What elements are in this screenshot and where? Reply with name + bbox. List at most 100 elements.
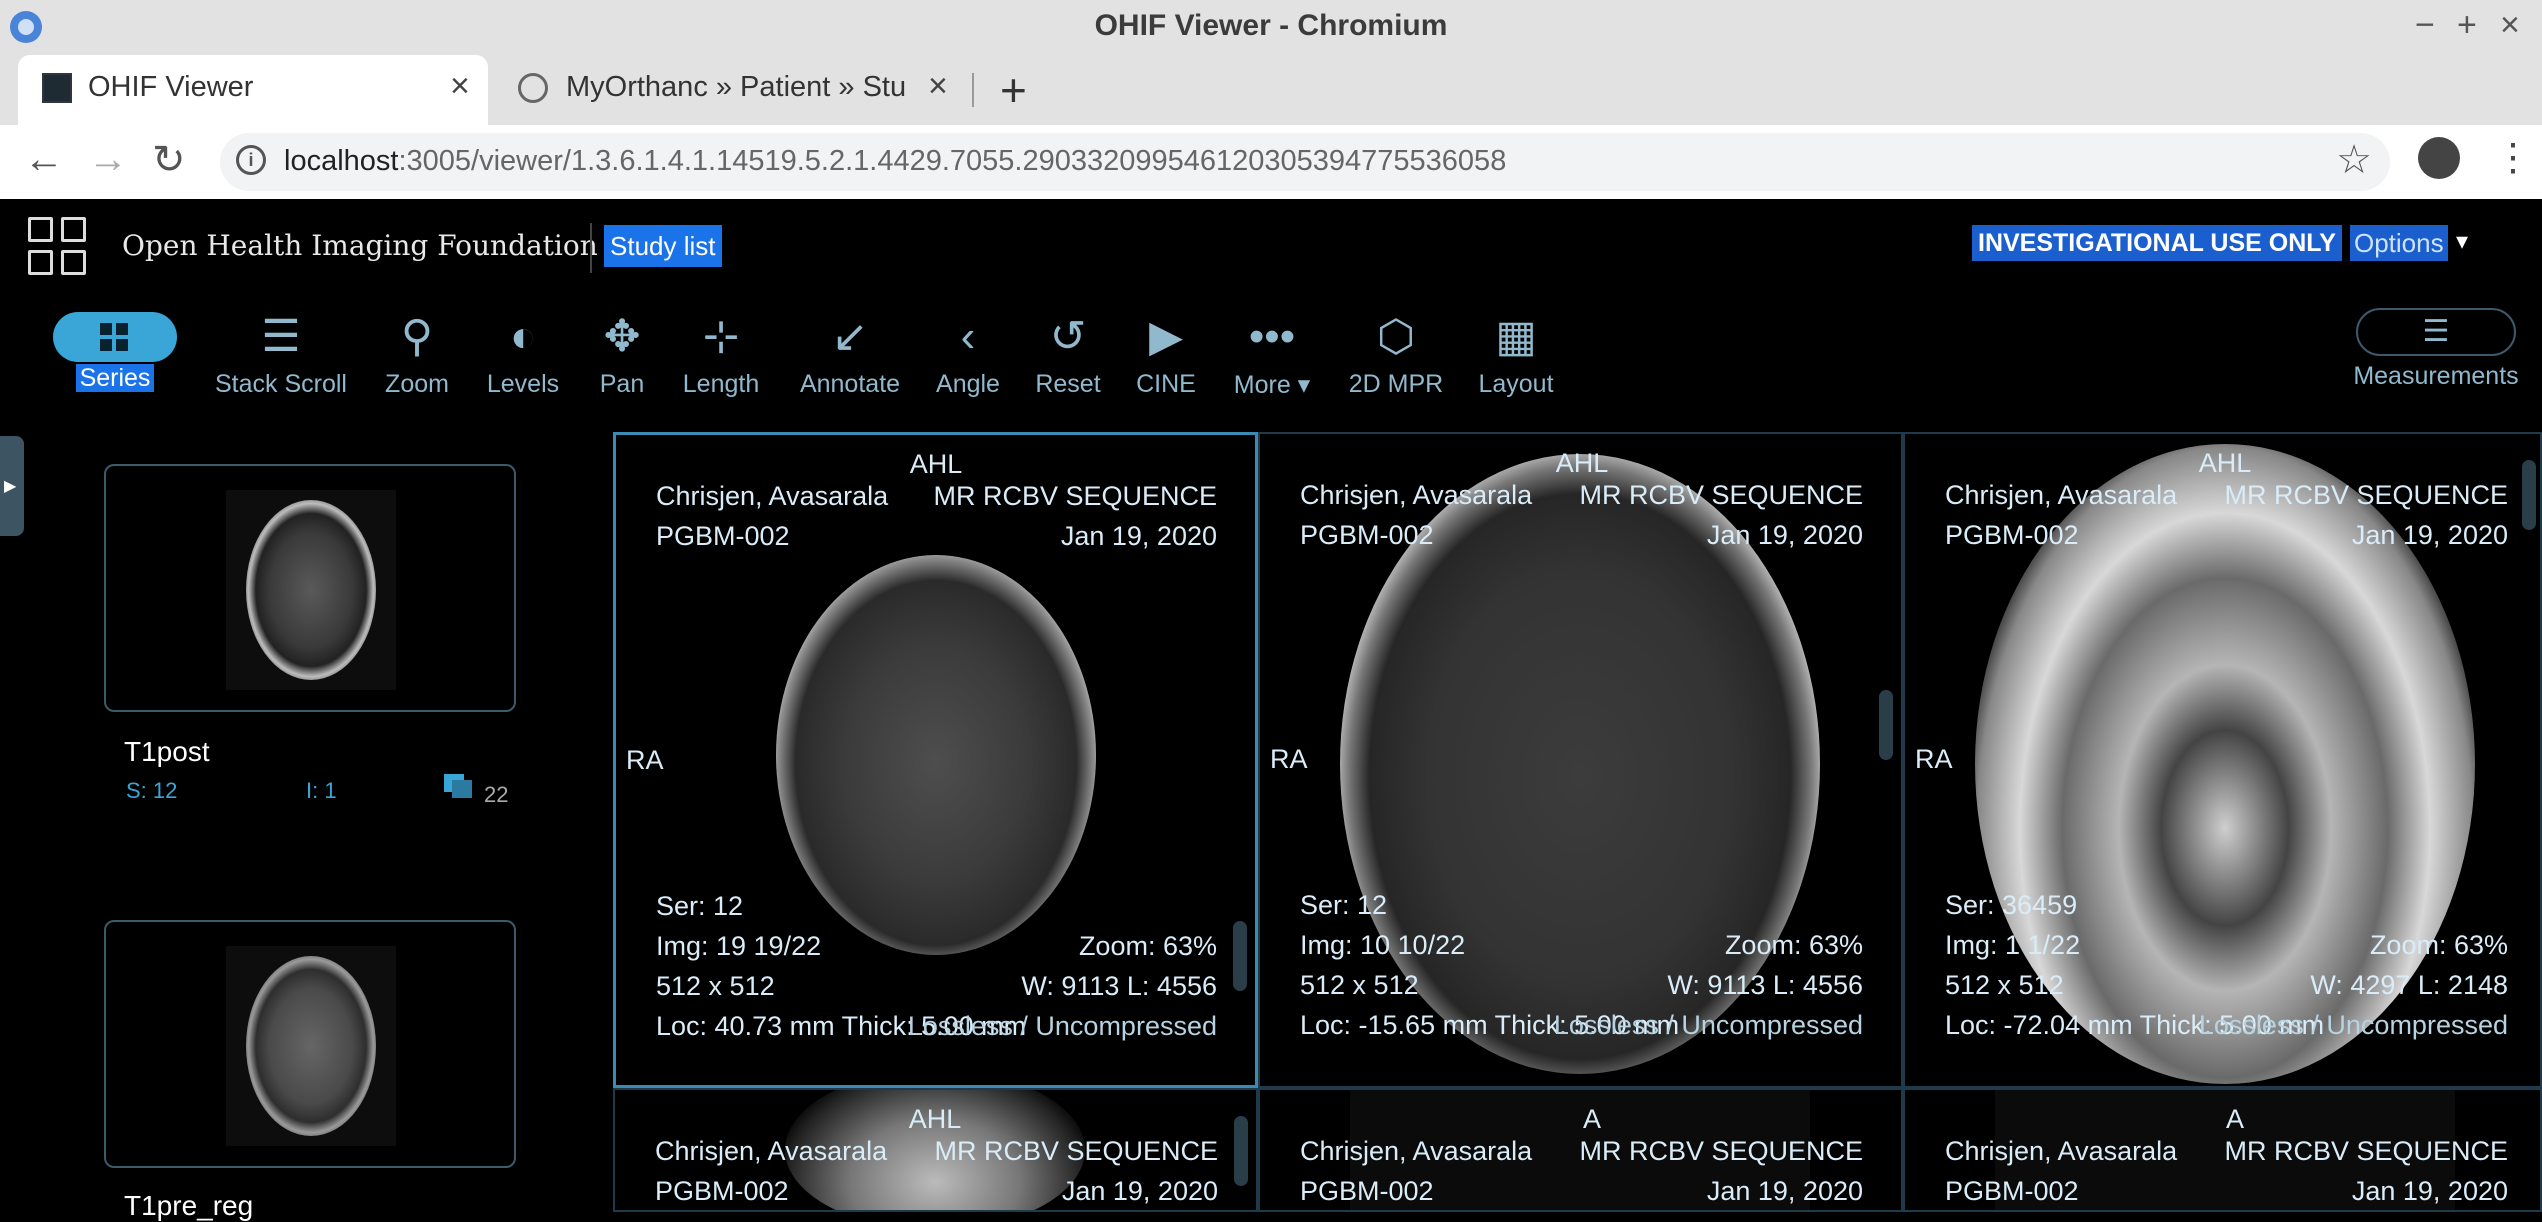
tab-close-icon[interactable]: × [450,67,470,106]
reload-button[interactable]: ↻ [152,137,186,183]
series-title: T1post [124,736,210,767]
series-thumbnail[interactable] [104,920,516,1168]
compression: Lossless / Uncompressed [907,1011,1217,1041]
tab-myorthanc[interactable]: MyOrthanc » Patient » Stu × [500,55,970,125]
tool-annotate[interactable]: ↙ Annotate [790,308,910,399]
tool-label: Reset [1035,370,1101,398]
viewport-4[interactable]: AHL Chrisjen, Avasarala PGBM-002 MR RCBV… [613,1088,1258,1212]
new-tab-button[interactable]: + [1000,63,1027,117]
orientation-top: AHL [2198,448,2252,478]
study-date: Jan 19, 2020 [1706,520,1863,550]
tool-2d-mpr[interactable]: ⬡ 2D MPR [1340,308,1452,399]
measurements-toggle[interactable]: ☰ Measurements [2346,308,2526,391]
tool-zoom[interactable]: ⚲ Zoom [372,308,462,399]
viewport-scrollbar[interactable] [1233,921,1247,991]
tool-label: Layout [1478,370,1554,398]
investigational-badge: INVESTIGATIONAL USE ONLY [1972,225,2342,261]
instance-number: I: 1 [306,778,337,803]
profile-avatar-icon[interactable] [2418,137,2460,179]
series-number: Ser: 12 [1300,890,1388,920]
move-arrows-icon: ✥ [603,312,641,361]
tool-label: Stack Scroll [215,370,347,398]
layout-grid-icon: ▦ [1495,312,1537,361]
tool-layout[interactable]: ▦ Layout [1468,308,1564,399]
viewport-6[interactable]: A Chrisjen, Avasarala PGBM-002 MR RCBV S… [1903,1088,2542,1212]
brand-name[interactable]: Open Health Imaging Foundation [122,229,598,262]
orientation-top: A [1582,1104,1602,1134]
ohif-favicon-icon [42,73,72,103]
maximize-button[interactable]: + [2457,6,2477,45]
orientation-top: AHL [908,1104,962,1134]
thumbnail-image [226,946,396,1146]
tab-ohif-viewer[interactable]: OHIF Viewer × [18,55,488,125]
viewport-3[interactable]: AHL RA Chrisjen, Avasarala PGBM-002 MR R… [1903,432,2542,1088]
tool-label: Series [75,364,155,392]
url-text[interactable]: localhost:3005/viewer/1.3.6.1.4.1.14519.… [284,145,1506,178]
url-host: localhost [284,145,399,177]
zoom-level: Zoom: 63% [1724,930,1863,960]
viewport-scrollbar[interactable] [1234,1116,1248,1186]
stack-scroll-icon: ☰ [261,312,301,361]
tool-stack-scroll[interactable]: ☰ Stack Scroll [206,308,356,399]
close-window-button[interactable]: × [2500,6,2520,45]
orientation-left: RA [1270,744,1308,774]
tab-label: MyOrthanc » Patient » Stu [566,71,907,103]
window-titlebar: OHIF Viewer - Chromium − + × [0,0,2542,55]
cube-icon: ⬡ [1376,312,1416,361]
tool-series[interactable]: Series [50,308,180,393]
study-list-link[interactable]: Study list [604,225,722,267]
viewport-scrollbar[interactable] [1879,690,1893,760]
address-bar[interactable]: i localhost:3005/viewer/1.3.6.1.4.1.1451… [220,133,2390,191]
patient-id: PGBM-002 [1945,1176,2079,1206]
tool-label: Angle [936,370,1000,398]
tool-cine[interactable]: ▶ CINE [1126,308,1206,399]
tab-label: OHIF Viewer [88,71,254,103]
back-button[interactable]: ← [24,137,64,182]
minimize-button[interactable]: − [2415,6,2435,45]
stack-icon [444,774,472,798]
tool-label: 2D MPR [1348,370,1444,398]
tool-length[interactable]: ⊹ Length [676,308,766,399]
tab-close-icon[interactable]: × [928,67,948,106]
series-number: Ser: 12 [656,891,744,921]
orientation-top: AHL [1555,448,1609,478]
patient-name: Chrisjen, Avasarala [655,1136,888,1166]
patient-name: Chrisjen, Avasarala [1300,480,1533,510]
tool-label: Measurements [2353,362,2519,390]
list-icon: ☰ [2356,308,2516,356]
magnifier-icon: ⚲ [400,312,434,361]
forward-button[interactable]: → [88,137,128,182]
viewport-scrollbar[interactable] [2522,460,2536,530]
viewport-1[interactable]: AHL RA Chrisjen, Avasarala PGBM-002 MR R… [613,432,1258,1088]
thumbnail-image [226,490,396,690]
globe-icon [518,73,548,103]
viewport-2[interactable]: AHL RA Chrisjen, Avasarala PGBM-002 MR R… [1258,432,1903,1088]
compression: Lossless / Uncompressed [2198,1010,2508,1040]
ohif-logo-icon[interactable] [28,217,88,277]
tool-label: Pan [599,370,645,398]
orientation-left: RA [626,745,664,775]
chevron-down-icon[interactable]: ▾ [2456,227,2468,256]
tool-label: Levels [486,370,560,398]
viewport-5[interactable]: A Chrisjen, Avasarala PGBM-002 MR RCBV S… [1258,1088,1903,1212]
series-description: MR RCBV SEQUENCE [934,1136,1218,1166]
tool-reset[interactable]: ↺ Reset [1028,308,1108,399]
patient-id: PGBM-002 [655,1176,789,1206]
reset-icon: ↺ [1049,312,1087,361]
series-thumbnail[interactable] [104,464,516,712]
site-info-icon[interactable]: i [236,145,266,175]
sidebar-handle[interactable] [0,436,24,536]
tool-more[interactable]: ••• More ▾ [1222,308,1322,400]
tool-label: CINE [1136,370,1196,398]
tool-angle[interactable]: ‹ Angle [928,308,1008,399]
contrast-icon: ◐ [509,312,537,361]
study-date: Jan 19, 2020 [1060,521,1217,551]
browser-menu-icon[interactable]: ⋮ [2494,135,2532,180]
tool-pan[interactable]: ✥ Pan [582,308,662,399]
options-dropdown[interactable]: Options [2350,225,2448,261]
bookmark-star-icon[interactable]: ☆ [2336,137,2372,183]
angle-icon: ‹ [960,312,976,361]
tool-levels[interactable]: ◐ Levels [478,308,568,399]
series-number: Ser: 36459 [1945,890,2078,920]
image-count: 22 [484,782,509,807]
